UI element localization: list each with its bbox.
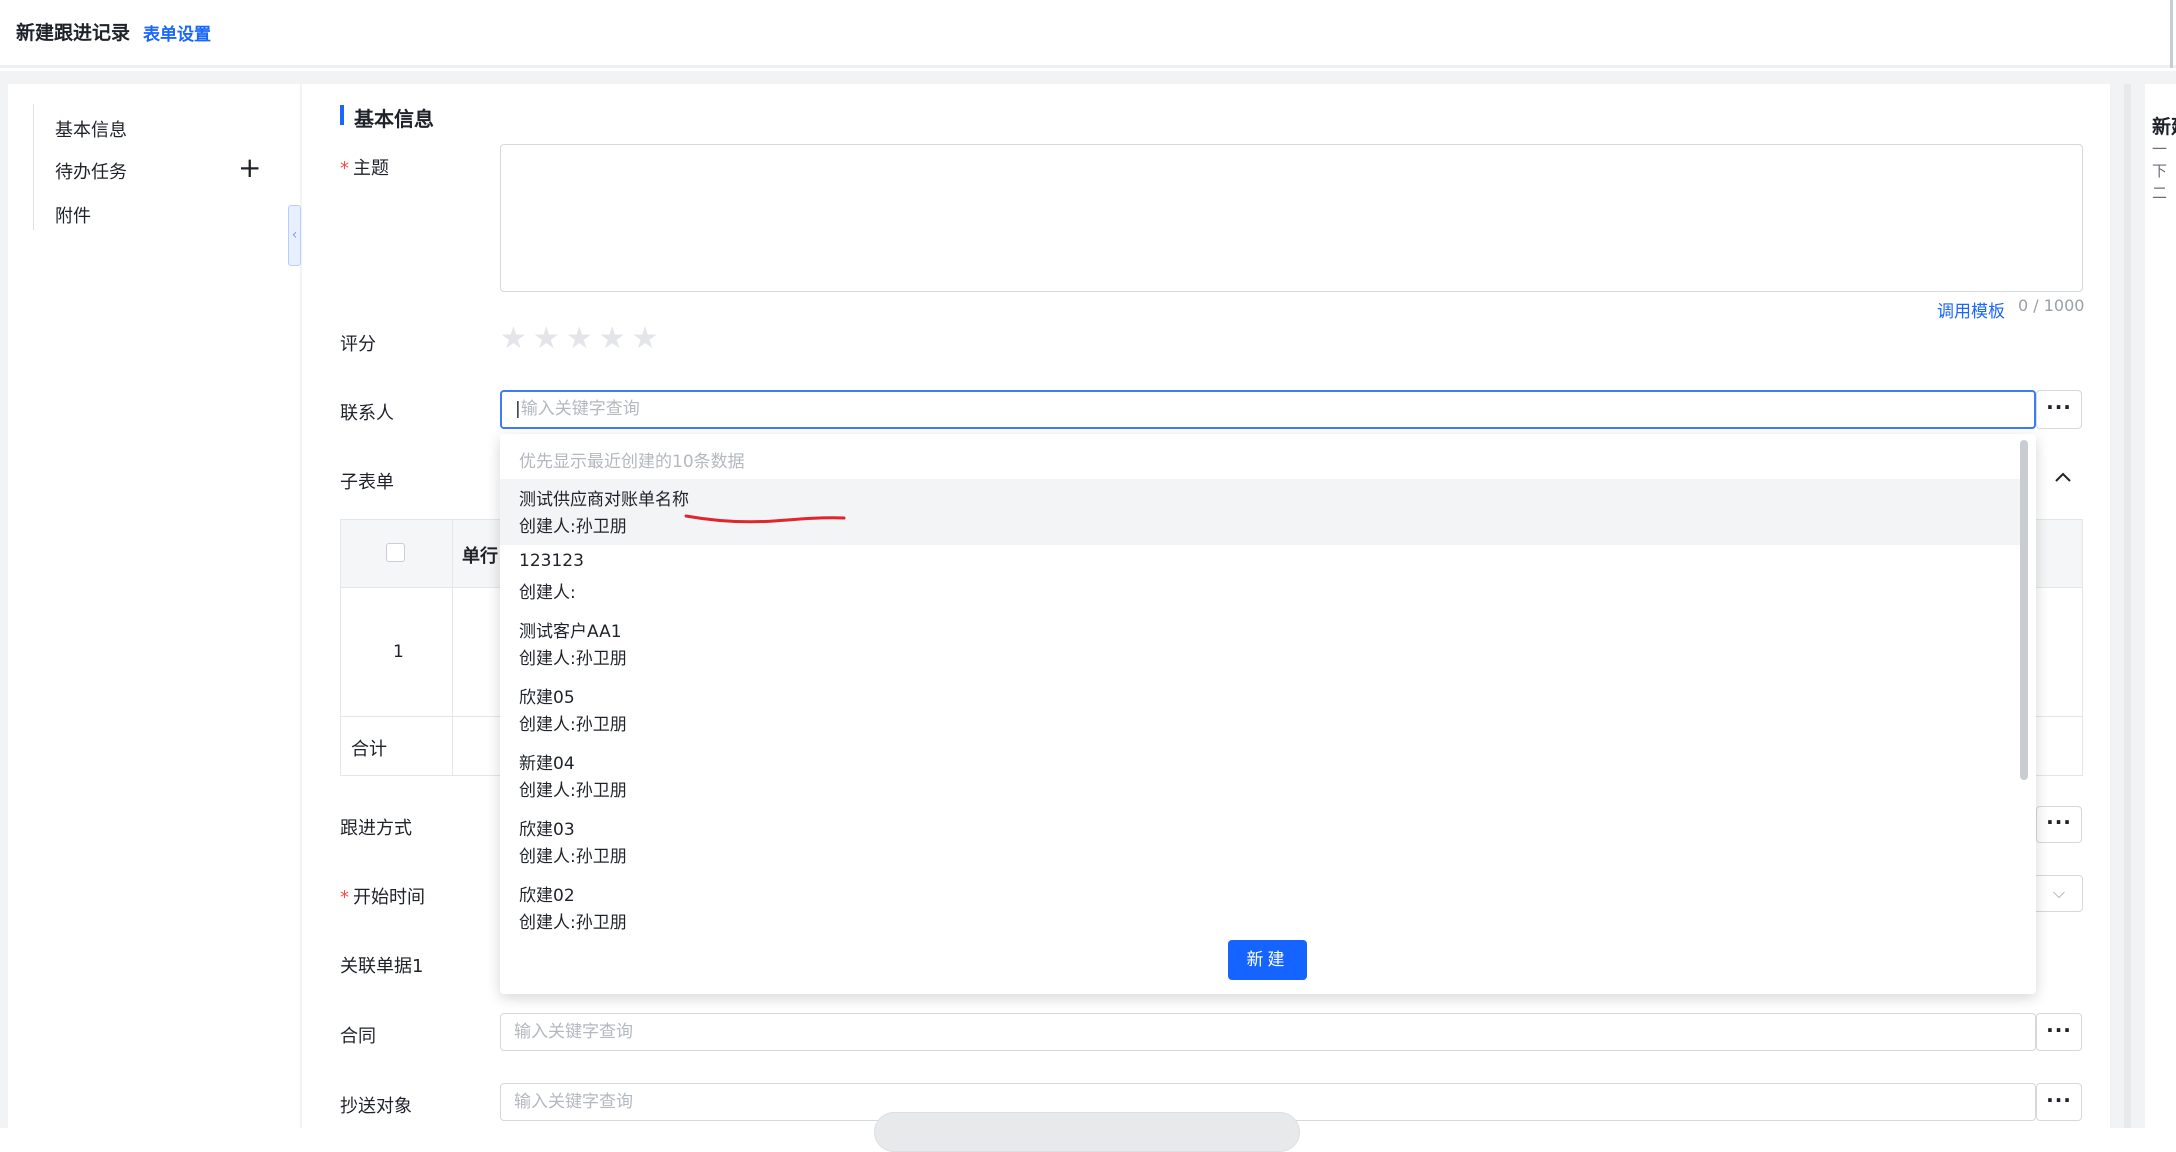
sidebar-item-basic-info[interactable]: 基本信息 [55, 116, 127, 142]
red-underline-annotation [684, 514, 846, 524]
rating-label: 评分 [340, 334, 376, 355]
subject-textarea[interactable] [500, 144, 2083, 292]
subform-row-number: 1 [393, 642, 404, 662]
floating-toolbar[interactable] [874, 1112, 1300, 1152]
contract-label: 合同 [340, 1026, 376, 1047]
sidebar-nav-line [33, 104, 34, 230]
option-name: 欣建05 [519, 688, 575, 708]
required-asterisk: * [340, 887, 349, 908]
sidebar-item-attachments[interactable]: 附件 [55, 202, 91, 228]
add-task-plus-icon[interactable]: + [238, 154, 261, 182]
related-doc-label: 关联单据1 [340, 956, 424, 977]
subform-label: 子表单 [340, 472, 394, 493]
side-preview-panel: 新建 一 下 二 [2145, 84, 2176, 1128]
star-icon[interactable]: ★ [599, 324, 626, 354]
start-time-label-text: 开始时间 [353, 887, 425, 908]
subject-label-text: 主题 [353, 158, 389, 179]
cc-more-button[interactable]: ··· [2036, 1083, 2082, 1121]
option-name: 123123 [519, 551, 584, 571]
followup-method-label: 跟进方式 [340, 818, 412, 839]
form-settings-link[interactable]: 表单设置 [143, 20, 211, 45]
page-title: 新建跟进记录 [16, 22, 131, 44]
preview-line: 下 [2152, 162, 2168, 180]
header-edge-divider [2170, 0, 2173, 68]
dropdown-option[interactable]: 欣建03 创建人:孙卫朋 [500, 809, 2020, 875]
star-icon[interactable]: ★ [632, 324, 659, 354]
sidebar-item-todo-tasks[interactable]: 待办任务 [55, 158, 127, 184]
dropdown-option[interactable]: 测试客户AA1 创建人:孙卫朋 [500, 611, 2020, 677]
new-contact-button[interactable]: 新建 [1228, 940, 1307, 980]
contract-more-button[interactable]: ··· [2036, 1013, 2082, 1051]
option-creator: 创建人:孙卫朋 [519, 517, 627, 537]
dropdown-option[interactable]: 123123 创建人: [500, 545, 2020, 611]
option-name: 测试客户AA1 [519, 622, 622, 642]
section-accent-bar [340, 105, 344, 125]
star-icon[interactable]: ★ [533, 324, 560, 354]
option-creator: 创建人: [519, 583, 576, 603]
dropdown-option[interactable]: 欣建02 创建人:孙卫朋 [500, 875, 2020, 941]
section-title: 基本信息 [354, 107, 434, 131]
option-creator: 创建人:孙卫朋 [519, 715, 627, 735]
option-creator: 创建人:孙卫朋 [519, 781, 627, 801]
char-count: 0 / 1000 [2018, 296, 2085, 315]
contact-search-input[interactable]: |输入关键字查询 [500, 390, 2036, 429]
subform-column-divider [452, 520, 453, 776]
dropdown-scrollbar[interactable] [2020, 440, 2028, 780]
dropdown-hint: 优先显示最近创建的10条数据 [519, 452, 745, 472]
dropdown-option[interactable]: 欣建05 创建人:孙卫朋 [500, 677, 2020, 743]
contract-placeholder: 输入关键字查询 [514, 1022, 633, 1042]
start-time-chevron-down-icon[interactable]: ⌵ [2036, 875, 2083, 912]
rating-stars: ★ ★ ★ ★ ★ [500, 324, 665, 354]
section-nav-sidebar [8, 84, 300, 1128]
collapse-chevron-up-icon[interactable] [2052, 466, 2074, 488]
subform-column-header: 单行 [462, 546, 498, 567]
preview-line: 一 [2152, 140, 2168, 158]
use-template-link[interactable]: 调用模板 [1937, 297, 2005, 322]
star-icon[interactable]: ★ [500, 324, 527, 354]
required-asterisk: * [340, 158, 349, 179]
option-name: 测试供应商对账单名称 [519, 490, 689, 510]
option-name: 新建04 [519, 754, 575, 774]
contact-label: 联系人 [340, 403, 394, 424]
option-creator: 创建人:孙卫朋 [519, 913, 627, 933]
followup-method-more-button[interactable]: ··· [2036, 806, 2082, 843]
subject-label: * 主题 [340, 154, 389, 180]
start-time-label: * 开始时间 [340, 883, 425, 909]
option-name: 欣建03 [519, 820, 575, 840]
cc-placeholder: 输入关键字查询 [514, 1092, 633, 1112]
option-creator: 创建人:孙卫朋 [519, 847, 627, 867]
option-name: 欣建02 [519, 886, 575, 906]
subform-total-label: 合计 [351, 739, 387, 760]
main-scrollbar-track[interactable] [2124, 84, 2131, 1128]
option-creator: 创建人:孙卫朋 [519, 649, 627, 669]
dropdown-option[interactable]: 新建04 创建人:孙卫朋 [500, 743, 2020, 809]
preview-line: 二 [2152, 184, 2168, 202]
collapse-sidebar-chevron-left-icon[interactable]: ‹ [288, 205, 301, 266]
preview-title: 新建 [2152, 116, 2176, 138]
select-all-checkbox[interactable] [386, 543, 405, 562]
contract-search-input[interactable]: 输入关键字查询 [500, 1013, 2036, 1051]
cc-label: 抄送对象 [340, 1096, 412, 1117]
contact-placeholder: 输入关键字查询 [520, 399, 640, 419]
star-icon[interactable]: ★ [566, 324, 593, 354]
contact-more-button[interactable]: ··· [2036, 390, 2082, 429]
page-header: 新建跟进记录 表单设置 [0, 0, 2176, 68]
